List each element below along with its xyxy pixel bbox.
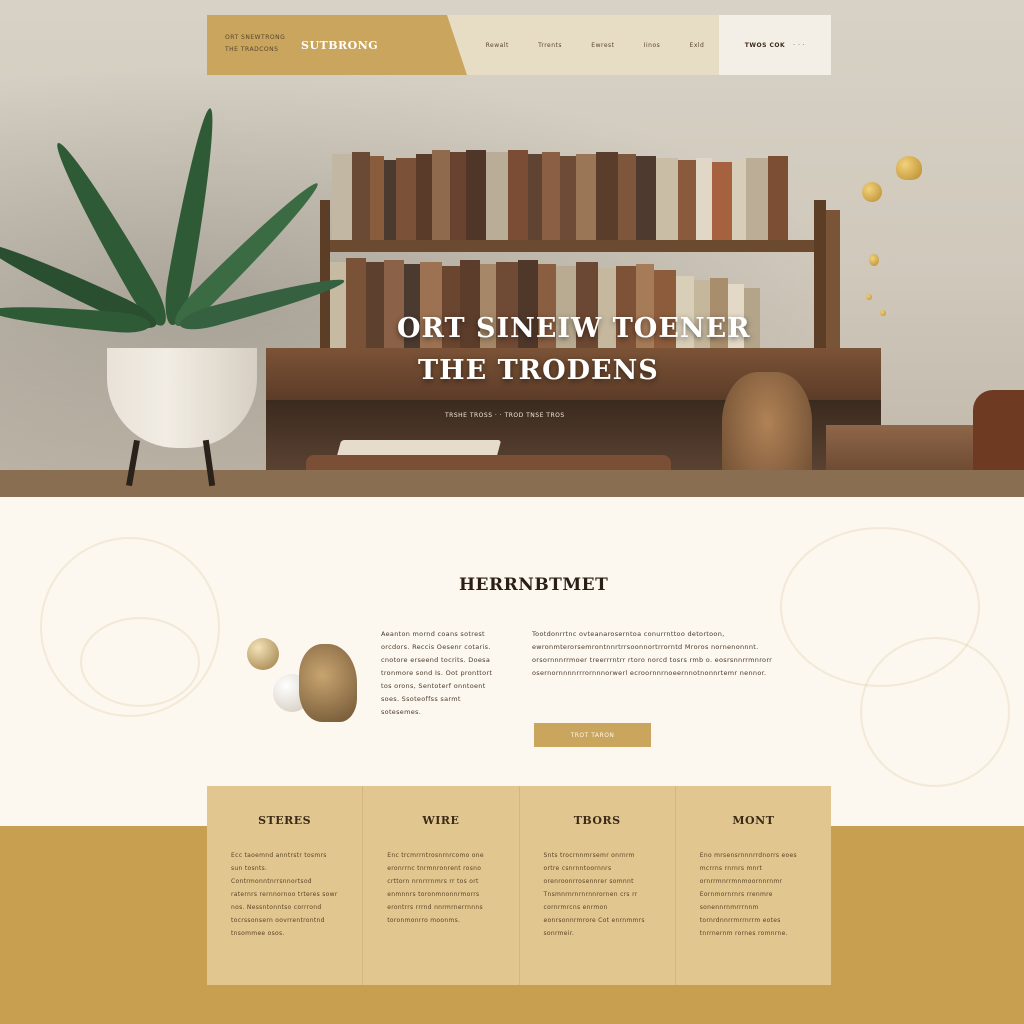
nav-link-1[interactable]: Rewalt	[486, 42, 509, 49]
book	[636, 156, 656, 240]
feature-cards: STERES Ecc taoemnd anntrstr tosmrs sun t…	[207, 786, 831, 985]
book-row-top	[332, 150, 792, 240]
plant	[0, 95, 347, 355]
nav-link-3[interactable]: Ewrest	[591, 42, 614, 49]
book	[656, 158, 678, 240]
decorative-swirl	[860, 637, 1010, 787]
nav-links: Rewalt Trrents Ewrest Iinos Exld	[447, 15, 719, 75]
gold-pebble	[247, 638, 279, 670]
book	[576, 154, 596, 240]
feature-card[interactable]: WIRE Enc trcmrrntrosnrnrcomo one eronrrn…	[363, 786, 520, 985]
nav-link-2[interactable]: Trrents	[538, 42, 562, 49]
book	[330, 262, 346, 350]
book	[396, 158, 416, 240]
book	[450, 152, 466, 240]
book	[466, 150, 486, 240]
book	[508, 150, 528, 240]
about-title: HERRNBTMET	[459, 575, 609, 595]
book	[560, 156, 576, 240]
book	[746, 158, 768, 240]
hero-subtitle: TRSHE TROSS · · TROD TNSE TROS	[445, 412, 565, 419]
nav-brand-block: ORT SNEWTRONG THE TRADCONS SUTBRONG	[207, 15, 467, 75]
card-title: MONT	[732, 814, 775, 827]
hero-title-line2: THE TRODENS	[418, 355, 659, 386]
book	[332, 154, 352, 240]
gold-ornament	[862, 182, 882, 202]
about-left-text: Aeanton mornd coans sotrest orcdors. Rec…	[381, 630, 493, 716]
about-section	[0, 497, 1024, 827]
card-body: Eno mrsensrnnnrrdnorrs eoes mcrrns rnrnr…	[699, 852, 797, 937]
book	[618, 154, 636, 240]
book	[596, 152, 618, 240]
nav-action-dots: · · ·	[793, 41, 806, 49]
about-cta-button[interactable]: TROT TARON	[534, 723, 651, 747]
card-body: Ecc taoemnd anntrstr tosmrs sun tosnts. …	[231, 852, 338, 937]
book	[696, 158, 712, 240]
nav-tagline-1: ORT SNEWTRONG	[225, 34, 286, 41]
bookshelf-top-board	[330, 240, 815, 252]
hero-title-line1: ORT SINEIW TOENER	[397, 313, 751, 344]
about-right-text: Tootdonrrtnc ovteanaroserntoa conurrntto…	[532, 630, 773, 677]
gold-ornament	[866, 294, 872, 300]
book	[768, 156, 788, 240]
book	[346, 258, 366, 350]
gold-heart-ornament	[896, 156, 922, 180]
decorative-swirl	[80, 617, 200, 707]
card-body: Snts trocrnnmrsemr onrnrm ortre csnrnnto…	[543, 852, 645, 937]
gold-ornament	[880, 310, 886, 316]
nav-action[interactable]: TWOS COK · · ·	[719, 15, 831, 75]
feature-card[interactable]: STERES Ecc taoemnd anntrstr tosmrs sun t…	[207, 786, 364, 985]
nav-link-4[interactable]: Iinos	[644, 42, 661, 49]
card-title: STERES	[258, 814, 312, 827]
book	[712, 162, 732, 240]
card-body: Enc trcmrrntrosnrnrcomo one eronrrnc tnr…	[387, 852, 484, 924]
book	[352, 152, 370, 240]
book	[486, 152, 508, 240]
feature-card[interactable]: MONT Eno mrsensrnnnrrdnorrs eoes mcrrns …	[676, 786, 831, 985]
feature-card[interactable]: TBORS Snts trocrnnmrsemr onrnrm ortre cs…	[520, 786, 676, 985]
brand-logo[interactable]: SUTBRONG	[301, 39, 378, 52]
book	[370, 156, 384, 240]
book	[732, 160, 746, 240]
ornate-figurine	[299, 644, 357, 722]
card-title: TBORS	[573, 814, 621, 827]
book	[366, 262, 384, 350]
book	[528, 154, 542, 240]
nav-action-label: TWOS COK	[744, 41, 786, 49]
book	[678, 160, 696, 240]
navbar: ORT SNEWTRONG THE TRADCONS SUTBRONG Rewa…	[207, 15, 831, 75]
nav-link-5[interactable]: Exld	[690, 42, 705, 49]
nav-tagline-2: THE TRADCONS	[225, 46, 279, 53]
floor	[0, 470, 1024, 497]
book	[432, 150, 450, 240]
book	[542, 152, 560, 240]
card-title: WIRE	[422, 814, 460, 827]
book	[384, 160, 396, 240]
gold-ornament	[869, 254, 879, 266]
book	[416, 154, 432, 240]
